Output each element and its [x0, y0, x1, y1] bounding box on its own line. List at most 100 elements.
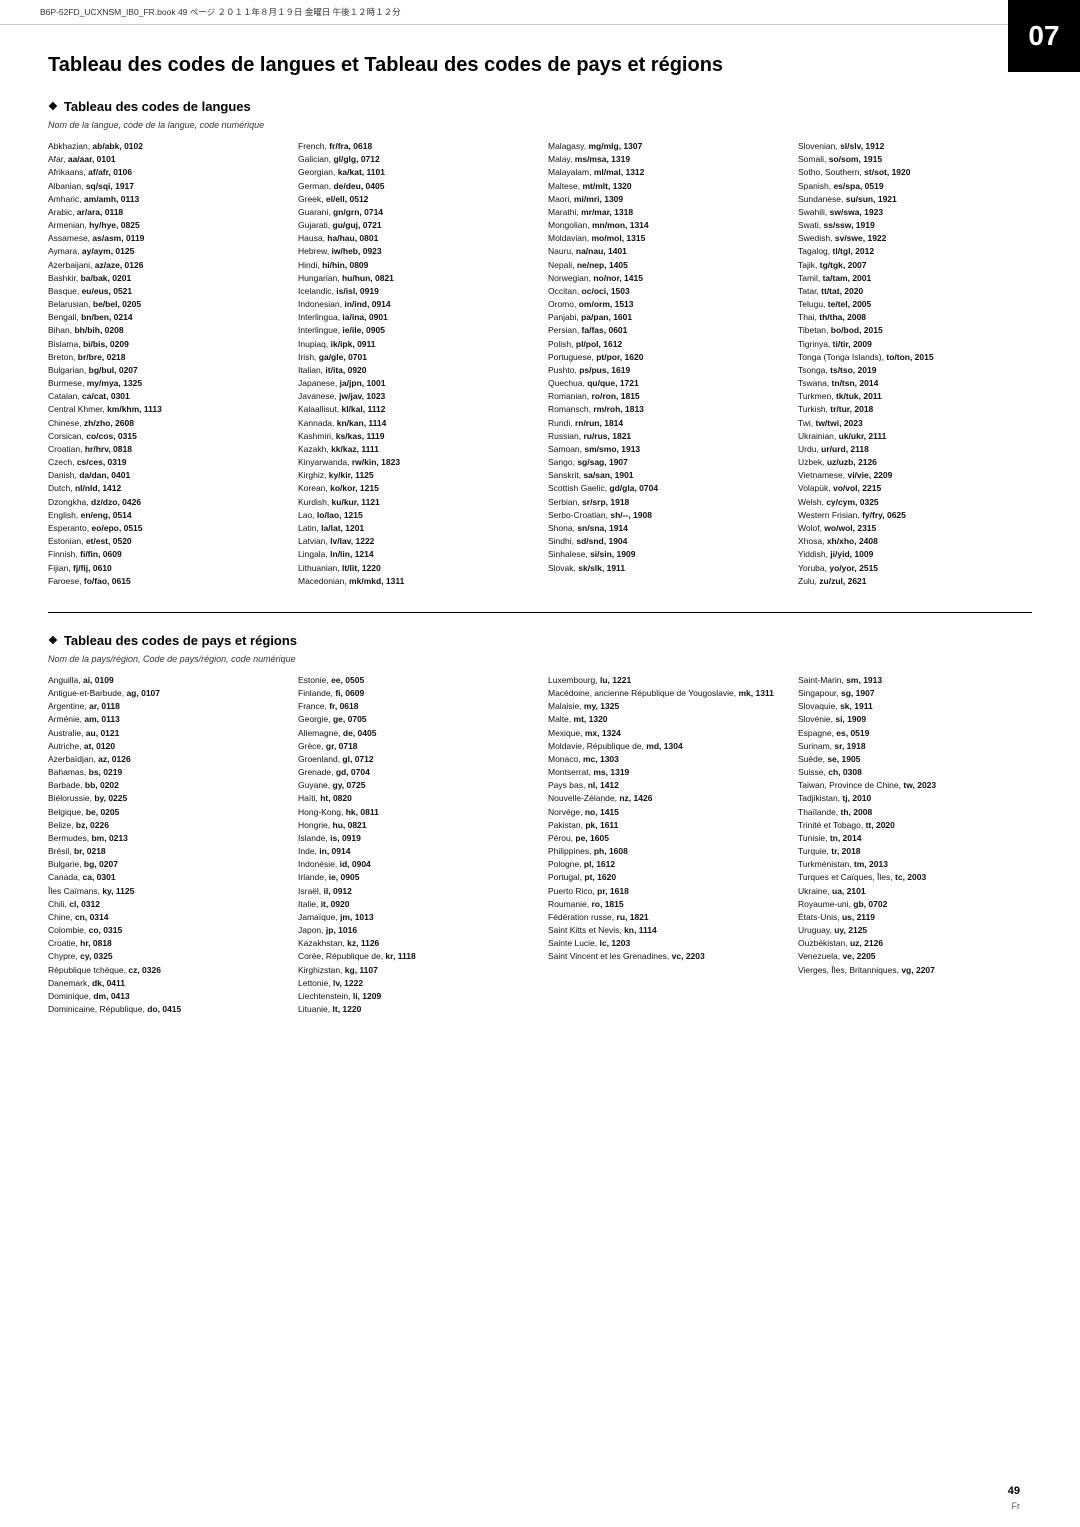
list-item: Allemagne, de, 0405 — [298, 727, 532, 740]
country-subheading: Nom de la pays/région, Code de pays/régi… — [48, 654, 1032, 664]
country-columns: Anguilla, ai, 0109Antigue-et-Barbude, ag… — [48, 674, 1032, 1016]
list-item: Turquie, tr, 2018 — [798, 845, 1032, 858]
list-item: Icelandic, is/isl, 0919 — [298, 285, 532, 298]
list-item: Esperanto, eo/epo, 0515 — [48, 522, 282, 535]
list-item: Tamil, ta/tam, 2001 — [798, 272, 1032, 285]
list-item: Shona, sn/sna, 1914 — [548, 522, 782, 535]
list-item: Kalaallisut, kl/kal, 1112 — [298, 403, 532, 416]
list-item: Haïti, ht, 0820 — [298, 792, 532, 805]
list-item: Ouzbékistan, uz, 2126 — [798, 937, 1032, 950]
list-item: Australie, au, 0121 — [48, 727, 282, 740]
list-item: Lingala, ln/lin, 1214 — [298, 548, 532, 561]
header-strip: B6P-52FD_UCXNSM_IB0_FR.book 49 ページ ２０１１年… — [0, 0, 1080, 25]
list-item: Panjabi, pa/pan, 1601 — [548, 311, 782, 324]
page-title: Tableau des codes de langues et Tableau … — [48, 53, 1032, 77]
list-item: Finlande, fi, 0609 — [298, 687, 532, 700]
list-item: Occitan, oc/oci, 1503 — [548, 285, 782, 298]
list-item: Jamaïque, jm, 1013 — [298, 911, 532, 924]
list-item: Pushto, ps/pus, 1619 — [548, 364, 782, 377]
list-item: Malayalam, ml/mal, 1312 — [548, 166, 782, 179]
list-item: Sindhi, sd/snd, 1904 — [548, 535, 782, 548]
list-item: Saint-Marin, sm, 1913 — [798, 674, 1032, 687]
list-item: Breton, br/bre, 0218 — [48, 351, 282, 364]
list-item: Turkménistan, tm, 2013 — [798, 858, 1032, 871]
list-item: Latvian, lv/lav, 1222 — [298, 535, 532, 548]
list-item: Hongrie, hu, 0821 — [298, 819, 532, 832]
list-item: French, fr/fra, 0618 — [298, 140, 532, 153]
list-item: Chypre, cy, 0325 — [48, 950, 282, 963]
list-item: Macedonian, mk/mkd, 1311 — [298, 575, 532, 588]
list-item: Belarusian, be/bel, 0205 — [48, 298, 282, 311]
list-item: Kannada, kn/kan, 1114 — [298, 417, 532, 430]
list-item: Chinese, zh/zho, 2608 — [48, 417, 282, 430]
list-item: Grèce, gr, 0718 — [298, 740, 532, 753]
list-item: Kashmiri, ks/kas, 1119 — [298, 430, 532, 443]
list-item: Thai, th/tha, 2008 — [798, 311, 1032, 324]
list-item: Bashkir, ba/bak, 0201 — [48, 272, 282, 285]
list-item: Dzongkha, dz/dzo, 0426 — [48, 496, 282, 509]
list-item: Bermudes, bm, 0213 — [48, 832, 282, 845]
main-content: Tableau des codes de langues et Tableau … — [0, 25, 1080, 1056]
list-item: Slovak, sk/slk, 1911 — [548, 562, 782, 575]
list-item: Israël, il, 0912 — [298, 885, 532, 898]
list-item: Afrikaans, af/afr, 0106 — [48, 166, 282, 179]
list-item: Interlingue, ie/ile, 0905 — [298, 324, 532, 337]
list-item: Saint Kitts et Nevis, kn, 1114 — [548, 924, 782, 937]
list-item: Yiddish, ji/yid, 1009 — [798, 548, 1032, 561]
list-item: Lao, lo/lao, 1215 — [298, 509, 532, 522]
list-item: Estonie, ee, 0505 — [298, 674, 532, 687]
lang-col-2: French, fr/fra, 0618Galician, gl/glg, 07… — [298, 140, 532, 588]
list-item: Norvège, no, 1415 — [548, 806, 782, 819]
list-item: Grenade, gd, 0704 — [298, 766, 532, 779]
list-item: Lituanie, lt, 1220 — [298, 1003, 532, 1016]
list-item: Uzbek, uz/uzb, 2126 — [798, 456, 1032, 469]
list-item: German, de/deu, 0405 — [298, 180, 532, 193]
list-item: Trinité et Tobago, tt, 2020 — [798, 819, 1032, 832]
list-item: Portugal, pt, 1620 — [548, 871, 782, 884]
list-item: Albanian, sq/sqi, 1917 — [48, 180, 282, 193]
list-item: Malay, ms/msa, 1319 — [548, 153, 782, 166]
list-item: Vietnamese, vi/vie, 2209 — [798, 469, 1032, 482]
list-item: Korean, ko/kor, 1215 — [298, 482, 532, 495]
list-item: Antigue-et-Barbude, ag, 0107 — [48, 687, 282, 700]
list-item: Maltese, mt/mlt, 1320 — [548, 180, 782, 193]
list-item: Aymara, ay/aym, 0125 — [48, 245, 282, 258]
list-item: Turques et Caïques, Îles, tc, 2003 — [798, 871, 1032, 884]
section-separator — [48, 612, 1032, 613]
list-item: Mexique, mx, 1324 — [548, 727, 782, 740]
lang-col-1: Abkhazian, ab/abk, 0102Afar, aa/aar, 010… — [48, 140, 282, 588]
list-item: Danemark, dk, 0411 — [48, 977, 282, 990]
list-item: Nauru, na/nau, 1401 — [548, 245, 782, 258]
list-item: Zulu, zu/zul, 2621 — [798, 575, 1032, 588]
list-item: Georgie, ge, 0705 — [298, 713, 532, 726]
list-item: Norwegian, no/nor, 1415 — [548, 272, 782, 285]
list-item: Central Khmer, km/khm, 1113 — [48, 403, 282, 416]
list-item: Venezuela, ve, 2205 — [798, 950, 1032, 963]
list-item: Luxembourg, lu, 1221 — [548, 674, 782, 687]
list-item: Bihan, bh/bih, 0208 — [48, 324, 282, 337]
list-item: Yoruba, yo/yor, 2515 — [798, 562, 1032, 575]
list-item: Portuguese, pt/por, 1620 — [548, 351, 782, 364]
list-item: Welsh, cy/cym, 0325 — [798, 496, 1032, 509]
list-item: Colombie, co, 0315 — [48, 924, 282, 937]
list-item: Irish, ga/gle, 0701 — [298, 351, 532, 364]
country-col-4: Saint-Marin, sm, 1913Singapour, sg, 1907… — [798, 674, 1032, 1016]
list-item: Kirghiz, ky/kir, 1125 — [298, 469, 532, 482]
list-item: Georgian, ka/kat, 1101 — [298, 166, 532, 179]
list-item: Xhosa, xh/xho, 2408 — [798, 535, 1032, 548]
list-item: Armenian, hy/hye, 0825 — [48, 219, 282, 232]
list-item: Pologne, pl, 1612 — [548, 858, 782, 871]
list-item: Czech, cs/ces, 0319 — [48, 456, 282, 469]
list-item: Hausa, ha/hau, 0801 — [298, 232, 532, 245]
list-item: Suède, se, 1905 — [798, 753, 1032, 766]
list-item: Tsonga, ts/tso, 2019 — [798, 364, 1032, 377]
list-item: Corsican, co/cos, 0315 — [48, 430, 282, 443]
list-item: Ukrainian, uk/ukr, 2111 — [798, 430, 1032, 443]
list-item: Islande, is, 0919 — [298, 832, 532, 845]
list-item: Sainte Lucie, lc, 1203 — [548, 937, 782, 950]
list-item: Nouvelle-Zélande, nz, 1426 — [548, 792, 782, 805]
list-item: Singapour, sg, 1907 — [798, 687, 1032, 700]
list-item: Indonésie, id, 0904 — [298, 858, 532, 871]
list-item: Wolof, wo/wol, 2315 — [798, 522, 1032, 535]
list-item: Quechua, qu/que, 1721 — [548, 377, 782, 390]
